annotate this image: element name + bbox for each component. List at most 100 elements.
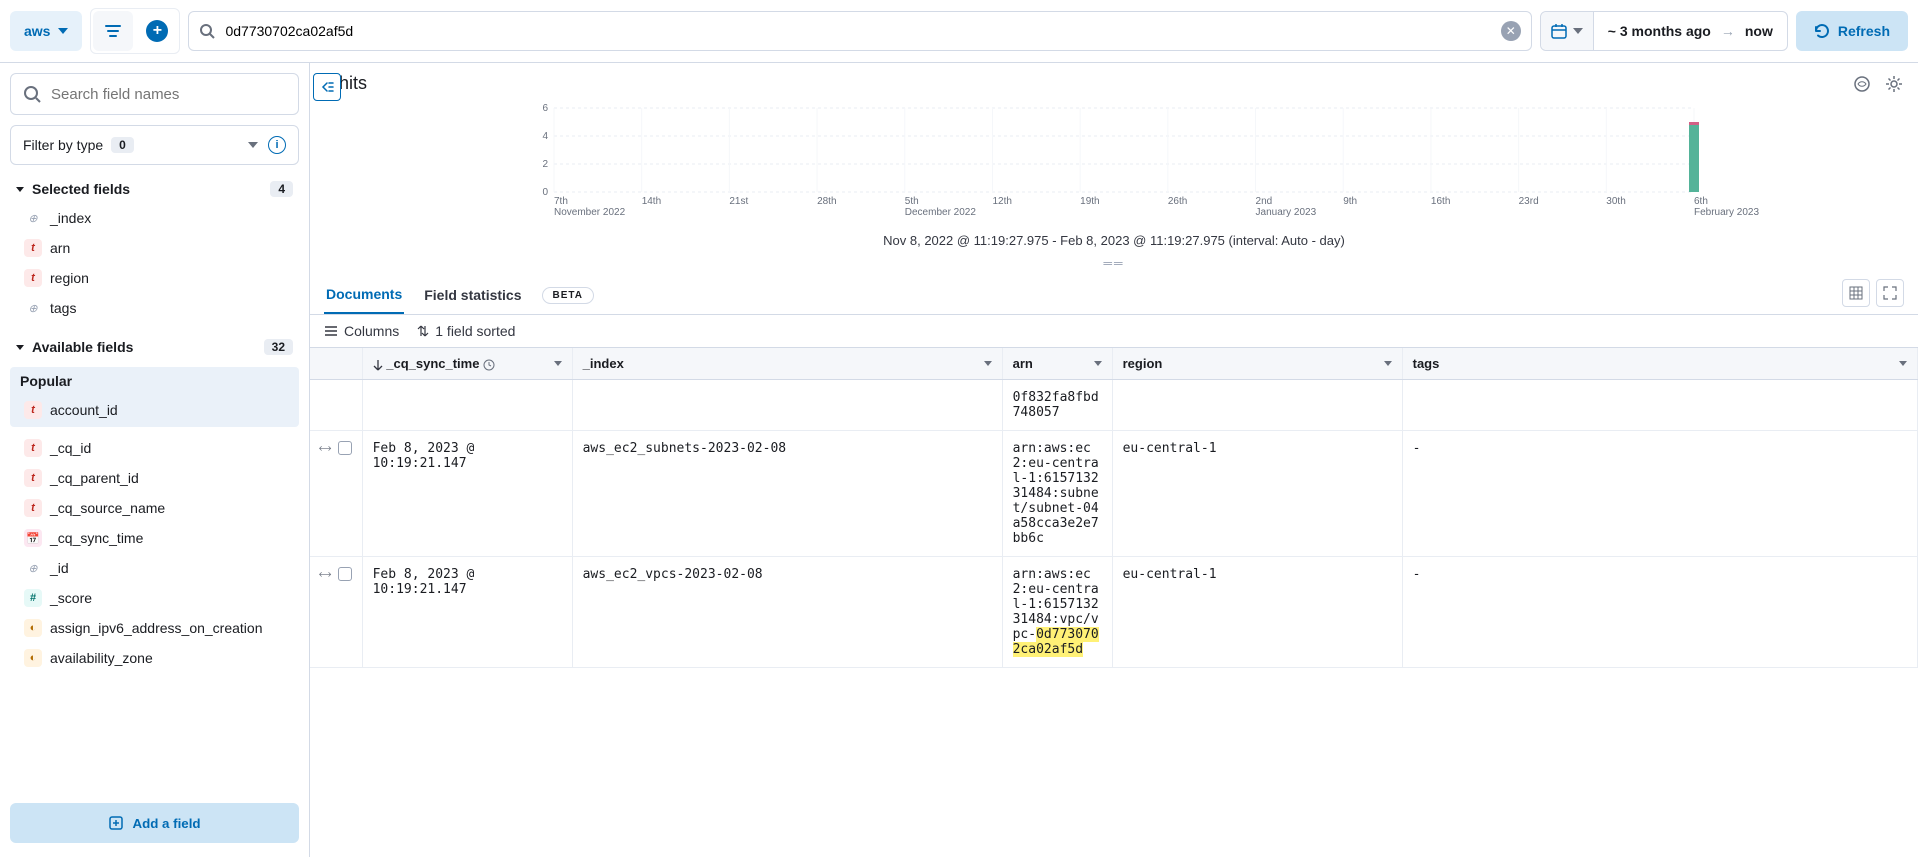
- filter-icon-button[interactable]: [93, 11, 133, 51]
- query-input[interactable]: [225, 23, 1490, 39]
- field-tags[interactable]: ⊕tags: [10, 293, 299, 323]
- field-label: account_id: [50, 402, 118, 418]
- table-toolbar: Columns 1 field sorted: [310, 315, 1918, 347]
- chevron-down-icon: [1573, 28, 1583, 34]
- info-icon[interactable]: i: [268, 136, 286, 154]
- table-row[interactable]: ⤢Feb 8, 2023 @ 10:19:21.147aws_ec2_vpcs-…: [310, 557, 1918, 668]
- field-arn[interactable]: tarn: [10, 233, 299, 263]
- cell-tags: -: [1402, 557, 1917, 668]
- expand-row-icon[interactable]: ⤢: [316, 440, 333, 457]
- col-tags[interactable]: tags: [1402, 348, 1917, 380]
- row-checkbox[interactable]: [338, 567, 352, 581]
- inspect-icon[interactable]: [1852, 74, 1872, 94]
- add-field-button[interactable]: Add a field: [10, 803, 299, 843]
- field-_index[interactable]: ⊕_index: [10, 203, 299, 233]
- beta-badge: BETA: [542, 287, 594, 304]
- date-quick-menu[interactable]: [1541, 12, 1594, 50]
- field-_id[interactable]: ⊕ _id: [10, 553, 299, 583]
- fullscreen-icon: [1883, 286, 1897, 300]
- chevron-down-icon[interactable]: [1899, 361, 1907, 366]
- unknown-type-icon: ⊕: [24, 559, 42, 577]
- text-type-icon: t: [24, 401, 42, 419]
- tab-field-statistics[interactable]: Field statistics: [422, 277, 523, 313]
- plus-icon: +: [146, 20, 168, 42]
- cell-index: [572, 380, 1002, 431]
- col-index[interactable]: _index: [572, 348, 1002, 380]
- col-sync-time[interactable]: _cq_sync_time: [362, 348, 572, 380]
- field-label: _index: [50, 210, 91, 226]
- add-filter-button[interactable]: +: [137, 11, 177, 51]
- field-label: _id: [50, 560, 69, 576]
- grid-density-button[interactable]: [1842, 279, 1870, 307]
- collapse-sidebar-button[interactable]: [313, 73, 341, 101]
- row-checkbox[interactable]: [338, 441, 352, 455]
- date-picker[interactable]: ~ 3 months ago → now: [1540, 11, 1788, 51]
- chevron-down-icon[interactable]: [1094, 361, 1102, 366]
- collapse-icon: [320, 81, 334, 93]
- cell-index: aws_ec2_subnets-2023-02-08: [572, 431, 1002, 557]
- results-tabs: Documents Field statistics BETA: [310, 276, 1918, 315]
- available-fields-header[interactable]: Available fields 32: [6, 333, 303, 361]
- chevron-down-icon: [248, 142, 258, 148]
- field-label: assign_ipv6_address_on_creation: [50, 620, 262, 636]
- field-search[interactable]: [10, 73, 299, 115]
- fullscreen-button[interactable]: [1876, 279, 1904, 307]
- chevron-down-icon[interactable]: [1384, 361, 1392, 366]
- field-_cq_source_name[interactable]: t_cq_source_name: [10, 493, 299, 523]
- field-_cq_parent_id[interactable]: t_cq_parent_id: [10, 463, 299, 493]
- field-region[interactable]: tregion: [10, 263, 299, 293]
- col-region[interactable]: region: [1112, 348, 1402, 380]
- datasource-selector[interactable]: aws: [10, 11, 82, 51]
- available-fields-count: 32: [264, 339, 293, 355]
- selected-fields-header[interactable]: Selected fields 4: [6, 175, 303, 203]
- svg-text:February 2023: February 2023: [1694, 207, 1759, 218]
- geo-type-icon: ◐: [24, 649, 42, 667]
- clear-query-icon[interactable]: ✕: [1501, 21, 1521, 41]
- columns-button[interactable]: Columns: [324, 323, 399, 339]
- expand-row-icon[interactable]: ⤢: [316, 566, 333, 583]
- number-type-icon: #: [24, 589, 42, 607]
- date-type-icon: 📅: [24, 529, 42, 547]
- histogram-chart[interactable]: 02467thNovember 202214th21st28th5thDecem…: [310, 98, 1918, 227]
- chevron-down-icon[interactable]: [554, 361, 562, 366]
- field-_cq_id[interactable]: t_cq_id: [10, 433, 299, 463]
- tab-documents[interactable]: Documents: [324, 276, 404, 314]
- svg-text:6: 6: [542, 103, 548, 114]
- svg-text:23rd: 23rd: [1519, 196, 1539, 207]
- table-row[interactable]: 0f832fa8fbd748057: [310, 380, 1918, 431]
- svg-text:5th: 5th: [905, 196, 919, 207]
- field-availability_zone[interactable]: ◐availability_zone: [10, 643, 299, 673]
- sort-button[interactable]: 1 field sorted: [417, 323, 515, 339]
- calendar-icon: [1551, 23, 1567, 39]
- gear-icon[interactable]: [1884, 74, 1904, 94]
- cell-region: eu-central-1: [1112, 557, 1402, 668]
- cell-arn: arn:aws:ec2:eu-central-1:615713231484:vp…: [1002, 557, 1112, 668]
- geo-type-icon: ◐: [24, 619, 42, 637]
- cell-arn: 0f832fa8fbd748057: [1002, 380, 1112, 431]
- field-account_id[interactable]: t account_id: [10, 395, 299, 425]
- sort-desc-icon: [373, 359, 383, 371]
- col-arn[interactable]: arn: [1002, 348, 1112, 380]
- table-row[interactable]: ⤢Feb 8, 2023 @ 10:19:21.147aws_ec2_subne…: [310, 431, 1918, 557]
- query-bar[interactable]: ✕: [188, 11, 1531, 51]
- svg-text:30th: 30th: [1606, 196, 1625, 207]
- field-assign_ipv6_address_on_creation[interactable]: ◐ assign_ipv6_address_on_creation: [10, 613, 299, 643]
- field-search-input[interactable]: [51, 86, 286, 103]
- results-table[interactable]: _cq_sync_time _index arn region tags 0f8…: [310, 347, 1918, 857]
- svg-text:November 2022: November 2022: [554, 207, 626, 218]
- svg-text:26th: 26th: [1168, 196, 1187, 207]
- field-label: _cq_parent_id: [50, 470, 139, 486]
- refresh-label: Refresh: [1838, 23, 1890, 39]
- field-_cq_sync_time[interactable]: 📅_cq_sync_time: [10, 523, 299, 553]
- chevron-down-icon[interactable]: [984, 361, 992, 366]
- chart-caption: Nov 8, 2022 @ 11:19:27.975 - Feb 8, 2023…: [310, 227, 1918, 254]
- filter-type-label: Filter by type: [23, 137, 103, 153]
- search-icon: [199, 23, 215, 39]
- cell-tags: [1402, 380, 1917, 431]
- filter-by-type[interactable]: Filter by type 0 i: [10, 125, 299, 165]
- cell-arn: arn:aws:ec2:eu-central-1:615713231484:su…: [1002, 431, 1112, 557]
- refresh-icon: [1814, 23, 1830, 39]
- field-_score[interactable]: #_score: [10, 583, 299, 613]
- resize-handle[interactable]: ══: [310, 254, 1918, 276]
- refresh-button[interactable]: Refresh: [1796, 11, 1908, 51]
